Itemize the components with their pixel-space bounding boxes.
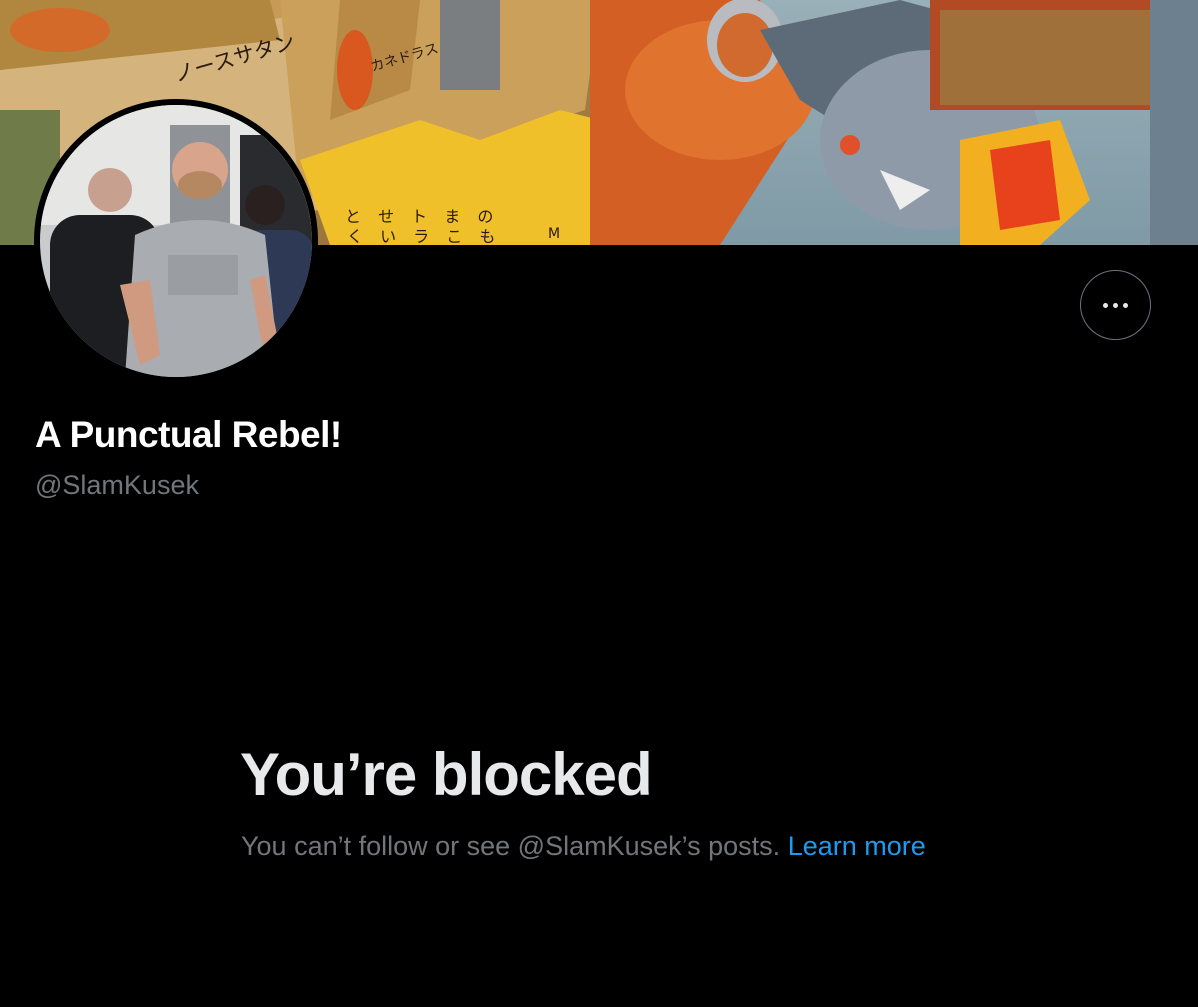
banner-caption-4: く い ラ こ も — [347, 227, 502, 245]
blocked-description-text: You can’t follow or see @SlamKusek’s pos… — [241, 831, 788, 861]
avatar[interactable] — [34, 99, 318, 383]
banner-caption-5: M — [548, 226, 561, 242]
blocked-title: You’re blocked — [240, 741, 653, 808]
profile-display-name: A Punctual Rebel! — [35, 414, 342, 455]
avatar-image — [40, 105, 312, 377]
profile-handle: @SlamKusek — [35, 470, 199, 500]
learn-more-link[interactable]: Learn more — [788, 831, 926, 861]
blocked-description: You can’t follow or see @SlamKusek’s pos… — [241, 826, 961, 866]
more-horizontal-icon — [1103, 302, 1128, 308]
profile-page: ノースサタン カネドラス と せ ト ま の く い ラ こ も M A Pun… — [0, 0, 1198, 1007]
more-options-button[interactable] — [1080, 270, 1151, 340]
